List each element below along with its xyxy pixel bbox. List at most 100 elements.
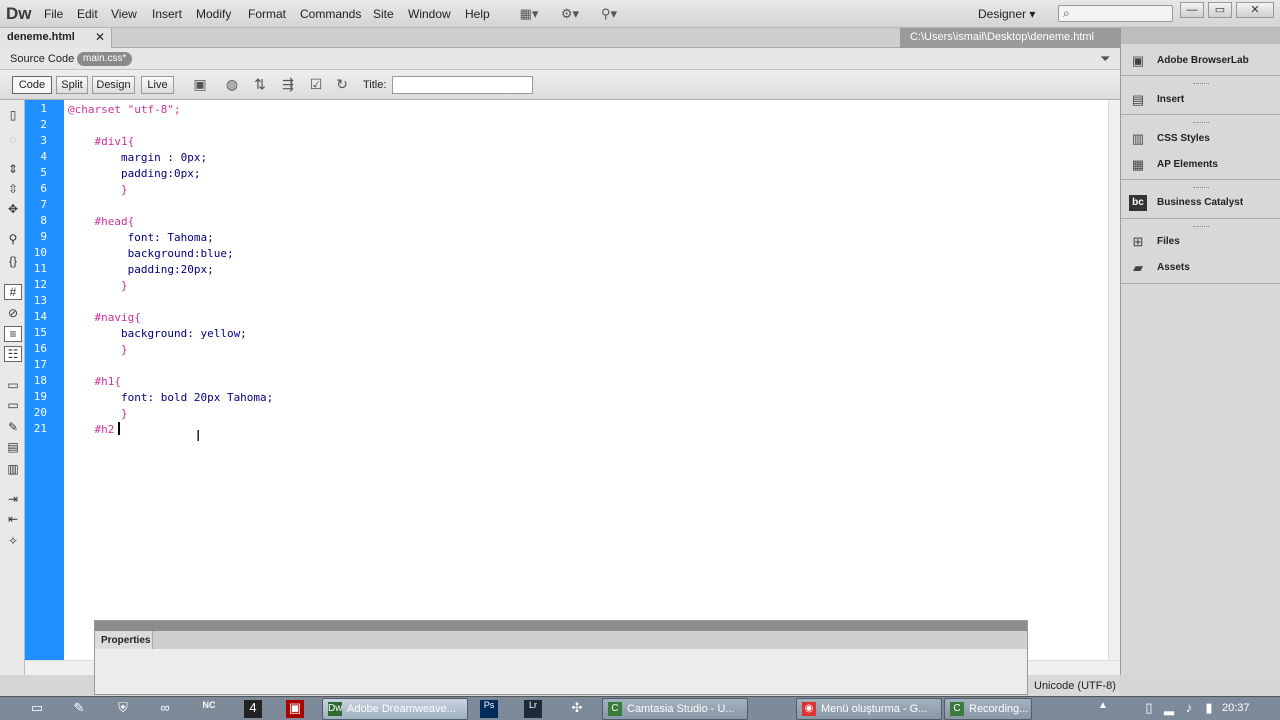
menu-file[interactable]: File (44, 7, 63, 21)
panel-ap-elements[interactable]: ▦ AP Elements (1129, 156, 1279, 176)
split-view-button[interactable]: Split (56, 76, 88, 94)
highlight-invalid-icon[interactable]: ⊘ (4, 306, 22, 322)
vertical-scrollbar[interactable] (1108, 100, 1120, 660)
layout-icon[interactable]: ▦▾ (518, 6, 540, 22)
menu-site[interactable]: Site (373, 7, 394, 21)
line-number: 13 (33, 294, 47, 307)
task-recording[interactable]: C Recording... (944, 698, 1032, 720)
format-source-icon[interactable]: ✧ (4, 534, 22, 550)
show-code-navigator-icon[interactable]: ◌ (4, 132, 22, 148)
menu-commands[interactable]: Commands (300, 7, 361, 21)
app4-icon[interactable]: 4 (244, 700, 262, 718)
gear-icon[interactable]: ⚙▾ (559, 6, 581, 22)
syntax-coloring-icon[interactable]: ☷ (4, 346, 22, 362)
line-number: 19 (33, 390, 47, 403)
filter-icon[interactable]: ⏷ (1100, 51, 1110, 67)
network-app-icon[interactable]: ✣ (568, 700, 586, 718)
panel-adobe-browserlab[interactable]: ▣ Adobe BrowserLab (1129, 52, 1279, 72)
recent-snippets-icon[interactable]: ▤ (4, 440, 22, 456)
panel-label: Business Catalyst (1157, 197, 1244, 208)
minimize-button[interactable]: — (1180, 2, 1204, 18)
open-documents-icon[interactable]: ▯ (4, 108, 22, 124)
tray-expand-icon[interactable]: ▲ (1094, 700, 1112, 718)
design-view-button[interactable]: Design (92, 76, 135, 94)
related-files-bar: Source Code main.css* ⏷ (0, 48, 1120, 70)
move-css-icon[interactable]: ▥ (4, 462, 22, 478)
signal-icon[interactable]: ▮ (1200, 700, 1218, 718)
wrap-tag-icon[interactable]: ✎ (4, 420, 22, 436)
refresh-icon[interactable]: ↻ (332, 76, 352, 94)
restore-icon: ▭ (1214, 4, 1226, 16)
menu-window[interactable]: Window (408, 7, 451, 21)
volume-icon[interactable]: ♪ (1180, 700, 1198, 718)
task-camtasia[interactable]: C Camtasia Studio - U... (602, 698, 748, 720)
preview-browser-icon[interactable]: ◍ (222, 76, 242, 94)
expand-all-icon[interactable]: ✥ (4, 202, 22, 218)
battery-icon[interactable]: ▯ (1140, 700, 1158, 718)
encoding-label[interactable]: Unicode (UTF-8) (1034, 680, 1116, 692)
shield-icon[interactable]: ⛨ (114, 700, 132, 718)
panel-grip[interactable] (1193, 83, 1209, 85)
panel-files[interactable]: ⊞ Files (1129, 233, 1279, 253)
properties-panel: Properties (94, 620, 1028, 695)
panel-dock-header[interactable] (1121, 28, 1280, 44)
related-file-main-css[interactable]: main.css* (77, 52, 133, 66)
close-tab-icon[interactable]: ✕ (95, 30, 105, 44)
live-view-button[interactable]: Live (141, 76, 174, 94)
task-label: Recording... (969, 703, 1029, 715)
line-numbers-icon[interactable]: # (4, 284, 22, 300)
collapse-selection-icon[interactable]: ⇳ (4, 182, 22, 198)
workspace-switcher[interactable]: Designer ▾ (978, 7, 1035, 21)
tab-label: deneme.html (7, 31, 75, 43)
panel-assets[interactable]: ▰ Assets (1129, 259, 1279, 279)
folder-icon[interactable]: ▭ (28, 700, 46, 718)
network-icon[interactable]: ▂ (1160, 700, 1178, 718)
site-icon[interactable]: ⚲▾ (598, 6, 620, 22)
select-parent-tag-icon[interactable]: ⚲ (4, 232, 22, 248)
word-wrap-icon[interactable]: ≡ (4, 326, 22, 342)
panel-grip[interactable] (1193, 122, 1209, 124)
panel-insert[interactable]: ▤ Insert (1129, 91, 1279, 111)
source-code-link[interactable]: Source Code (10, 53, 74, 65)
menu-view[interactable]: View (111, 7, 137, 21)
outdent-code-icon[interactable]: ⇤ (4, 512, 22, 528)
photoshop-icon[interactable]: Ps (480, 700, 498, 718)
properties-tab[interactable]: Properties (95, 631, 153, 649)
check-browser-icon[interactable]: ⇶ (278, 76, 298, 94)
task-chrome[interactable]: ◉ Menü oluşturma - G... (796, 698, 942, 720)
multiscreen-icon[interactable]: ▣ (190, 76, 210, 94)
panel-css-styles[interactable]: ▥ CSS Styles (1129, 130, 1279, 150)
app-red-icon[interactable]: ▣ (286, 700, 304, 718)
code-editor[interactable]: @charset "utf-8"; #div1{ margin : 0px; p… (64, 100, 1108, 660)
remove-comment-icon[interactable]: ▭ (4, 398, 22, 414)
collapse-tag-icon[interactable]: ⇕ (4, 162, 22, 178)
arduino-icon[interactable]: ∞ (156, 700, 174, 718)
panel-grip[interactable] (1193, 187, 1209, 189)
code-view-button[interactable]: Code (12, 76, 52, 94)
close-button[interactable]: ✕ (1236, 2, 1274, 18)
validate-icon[interactable]: ☑ (306, 76, 326, 94)
restore-button[interactable]: ▭ (1208, 2, 1232, 18)
task-dreamweaver[interactable]: Dw Adobe Dreamweave... (322, 698, 468, 720)
panel-grip[interactable] (1193, 226, 1209, 228)
apply-comment-icon[interactable]: ▭ (4, 378, 22, 394)
file-management-icon[interactable]: ⇅ (250, 76, 270, 94)
menu-modify[interactable]: Modify (196, 7, 231, 21)
lightroom-icon[interactable]: Lr (524, 700, 542, 718)
menu-insert[interactable]: Insert (152, 7, 182, 21)
nero-icon[interactable]: NC (200, 700, 218, 718)
panel-business-catalyst[interactable]: bc Business Catalyst (1129, 194, 1279, 214)
title-input[interactable] (392, 76, 533, 94)
search-input[interactable]: ⌕ (1058, 5, 1173, 22)
text-caret (118, 422, 120, 435)
indent-code-icon[interactable]: ⇥ (4, 492, 22, 508)
properties-panel-header[interactable] (95, 621, 1027, 631)
tool-icon[interactable]: ✎ (70, 700, 88, 718)
line-number: 2 (40, 118, 47, 131)
menu-help[interactable]: Help (465, 7, 490, 21)
tab-deneme-html[interactable]: deneme.html ✕ (0, 28, 112, 48)
clock[interactable]: 20:37 (1222, 702, 1250, 714)
menu-edit[interactable]: Edit (77, 7, 98, 21)
balance-braces-icon[interactable]: {} (4, 254, 22, 270)
menu-format[interactable]: Format (248, 7, 286, 21)
